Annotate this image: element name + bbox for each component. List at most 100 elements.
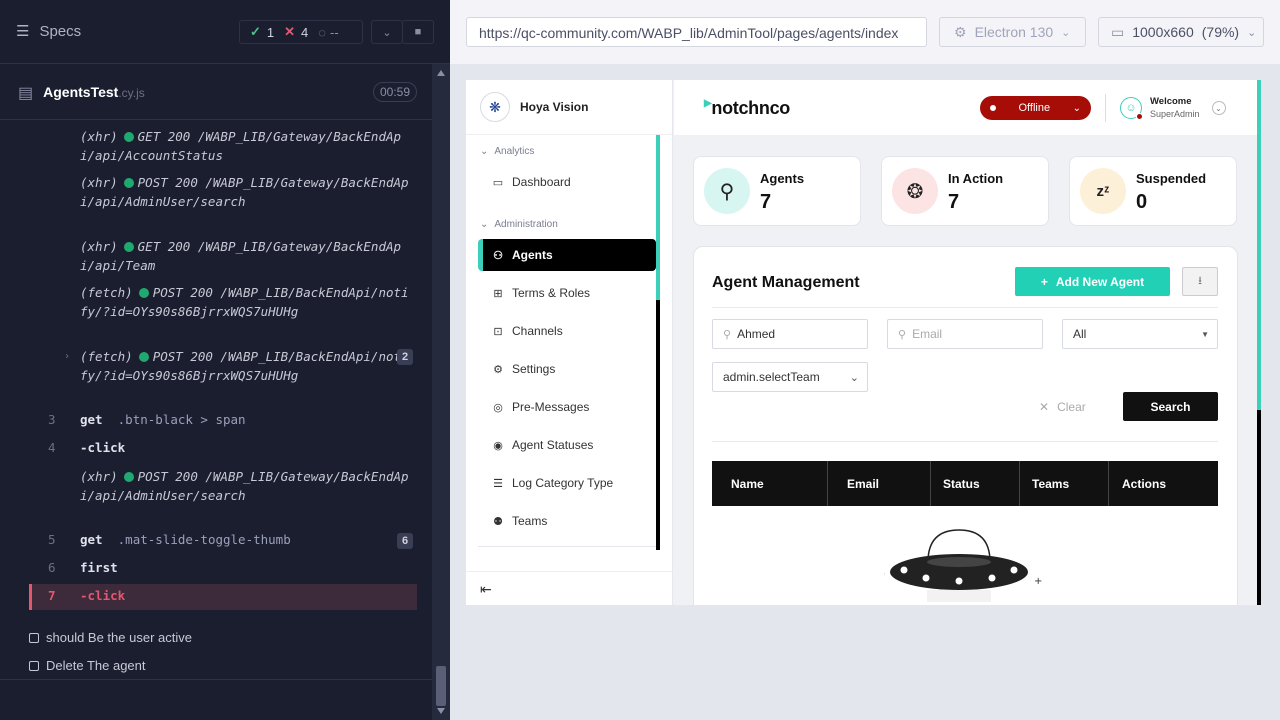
- stat-label: In Action: [948, 171, 1004, 186]
- sidebar-item-log-category-type[interactable]: ☰ Log Category Type: [478, 467, 656, 499]
- caret-down-icon: ▼: [1201, 329, 1209, 339]
- url-field[interactable]: https://qc-community.com/WABP_lib/AdminT…: [466, 17, 927, 47]
- search-icon: ⚲: [723, 328, 732, 341]
- file-icon: ▤: [18, 85, 34, 102]
- spec-name: AgentsTest: [43, 84, 119, 100]
- agent-management-panel: Agent Management + Add New Agent ⭳ ⚲ Ahmed…: [693, 246, 1238, 605]
- sidebar-scrollbar-thumb[interactable]: [656, 135, 660, 300]
- command-row[interactable]: (xhr) GET 200 /WABP_LIB/Gateway/BackEndAp…: [0, 238, 432, 275]
- column-header[interactable]: Teams: [1020, 461, 1109, 506]
- command-kind: (xhr): [80, 239, 118, 254]
- sidebar-item-dashboard[interactable]: ▭ Dashboard: [478, 166, 656, 198]
- spec-duration: 00:59: [372, 82, 417, 102]
- download-button[interactable]: ⭳: [1182, 267, 1218, 296]
- name-search-input[interactable]: ⚲ Ahmed: [712, 319, 868, 349]
- scroll-down-icon[interactable]: [437, 708, 445, 714]
- sidebar-item-teams[interactable]: ⚉ Teams: [478, 505, 656, 537]
- failed-command-row[interactable]: 7 -click: [29, 584, 417, 610]
- app-scrollbar-thumb[interactable]: [1257, 410, 1261, 605]
- agent-search-icon: ⚲: [704, 168, 750, 214]
- test-stats: ✓ 1 ✕ 4 ◌ --: [239, 20, 363, 44]
- test-item[interactable]: should Be the user active: [29, 630, 192, 645]
- command-row[interactable]: › (fetch) POST 200 /WABP_LIB/BackEndApi/n…: [0, 348, 432, 403]
- command-selector: .btn-black > span: [117, 412, 246, 427]
- avatar: ☺: [1120, 97, 1143, 120]
- pending-icon: ◌: [318, 24, 327, 40]
- section-analytics[interactable]: ⌄ Analytics: [480, 146, 534, 157]
- command-kind: (xhr): [80, 175, 118, 190]
- sidebar-item-pre-messages[interactable]: ◎ Pre-Messages: [478, 391, 656, 423]
- command-row[interactable]: 5 get .mat-slide-toggle-thumb 6: [0, 531, 432, 551]
- failed-icon: ✕: [284, 24, 296, 39]
- spec-ext: .cy.js: [118, 86, 145, 100]
- viewport-selector[interactable]: ▭ 1000x660 (79%) ⌄: [1098, 17, 1264, 47]
- column-header[interactable]: Status: [931, 461, 1020, 506]
- search-icon: ⚲: [898, 328, 907, 341]
- status-select[interactable]: All ▼: [1062, 319, 1218, 349]
- app-scrollbar[interactable]: [1257, 80, 1261, 605]
- section-label: Analytics: [494, 146, 535, 157]
- status-dot-icon: [123, 132, 134, 142]
- divider: [0, 679, 432, 680]
- clear-button[interactable]: ✕ Clear: [1039, 400, 1086, 414]
- sleep-icon: zᶻ: [1080, 168, 1126, 214]
- command-row[interactable]: 4 -click: [0, 439, 432, 459]
- scroll-up-icon[interactable]: [437, 70, 445, 76]
- expand-button[interactable]: ⌄: [371, 20, 403, 44]
- command-number: 7: [48, 588, 56, 603]
- user-circle-icon: ◉: [493, 439, 503, 452]
- sidebar-item-agents[interactable]: ⚇ Agents: [478, 239, 656, 271]
- command-row[interactable]: 3 get .btn-black > span: [0, 411, 432, 431]
- collapse-sidebar-icon[interactable]: ⇤: [480, 581, 492, 598]
- chevron-down-icon[interactable]: ⌄: [1211, 101, 1226, 115]
- test-title: Delete The agent: [46, 658, 146, 673]
- status-dropdown[interactable]: Offline ⌄: [980, 96, 1091, 120]
- status-dot-icon: [138, 352, 149, 362]
- sidebar-item-label: Terms & Roles: [512, 286, 591, 300]
- status-dot-icon: [123, 178, 134, 188]
- scrollbar-thumb[interactable]: [436, 666, 446, 706]
- sidebar-item-label: Teams: [512, 514, 548, 528]
- stat-label: Agents: [760, 171, 805, 186]
- pending-test-icon: [29, 660, 39, 671]
- sidebar-item-label: Log Category Type: [512, 476, 614, 490]
- team-select[interactable]: admin.selectTeam ⌄: [712, 362, 868, 392]
- sidebar-item-label: Channels: [512, 324, 563, 338]
- hierarchy-icon: ⊞: [493, 287, 503, 300]
- count-badge: 6: [397, 533, 413, 549]
- user-menu[interactable]: ☺ Welcome SuperAdmin ⌄: [1120, 96, 1226, 120]
- divider: [466, 571, 673, 572]
- search-button[interactable]: Search: [1123, 392, 1218, 421]
- sidebar-item-channels[interactable]: ⊡ Channels: [478, 315, 656, 347]
- pending-count: --: [330, 24, 339, 40]
- welcome-text: Welcome: [1150, 96, 1192, 107]
- test-item[interactable]: Delete The agent: [29, 658, 146, 673]
- aut-header: https://qc-community.com/WABP_lib/AdminT…: [450, 0, 1280, 64]
- select-value: admin.selectTeam: [723, 370, 820, 384]
- stop-button[interactable]: ■: [402, 20, 434, 44]
- email-field[interactable]: ⚲ Email: [887, 319, 1043, 349]
- browser-selector[interactable]: ⚙ Electron 130 ⌄: [939, 17, 1086, 47]
- column-header[interactable]: Email: [828, 461, 931, 506]
- section-administration[interactable]: ⌄ Administration: [480, 219, 558, 230]
- reporter-scrollbar[interactable]: [432, 64, 450, 720]
- app-topbar: ▶notchnco Offline ⌄ ☺ Welcome SuperAdmin …: [674, 80, 1261, 135]
- stat-label: Suspended: [1136, 171, 1207, 186]
- specs-toggle[interactable]: ☰ Specs: [16, 22, 81, 41]
- command-row[interactable]: (fetch) POST 200 /WABP_LIB/BackEndApi/not…: [0, 284, 432, 339]
- sidebar-item-terms-roles[interactable]: ⊞ Terms & Roles: [478, 277, 656, 309]
- command-row[interactable]: (xhr) POST 200 /WABP_LIB/Gateway/BackEndA…: [0, 468, 432, 523]
- command-row[interactable]: (xhr) POST 200 /WABP_LIB/Gateway/BackEndA…: [0, 174, 432, 229]
- column-header[interactable]: Actions: [1109, 461, 1218, 506]
- notchnco-logo: ▶notchnco: [704, 98, 790, 119]
- status-dot-icon: [990, 105, 996, 111]
- sidebar-item-label: Pre-Messages: [512, 400, 590, 414]
- command-row[interactable]: 6 first: [0, 559, 432, 579]
- sidebar-item-settings[interactable]: ⚙ Settings: [478, 353, 656, 385]
- section-label: Administration: [494, 219, 558, 230]
- column-header[interactable]: Name: [712, 461, 828, 506]
- ruler-icon: ▭: [1111, 23, 1125, 40]
- sidebar-item-agent-statuses[interactable]: ◉ Agent Statuses: [478, 429, 656, 461]
- add-new-agent-button[interactable]: + Add New Agent: [1015, 267, 1170, 296]
- command-row[interactable]: (xhr) GET 200 /WABP_LIB/Gateway/BackEndAp…: [0, 128, 432, 165]
